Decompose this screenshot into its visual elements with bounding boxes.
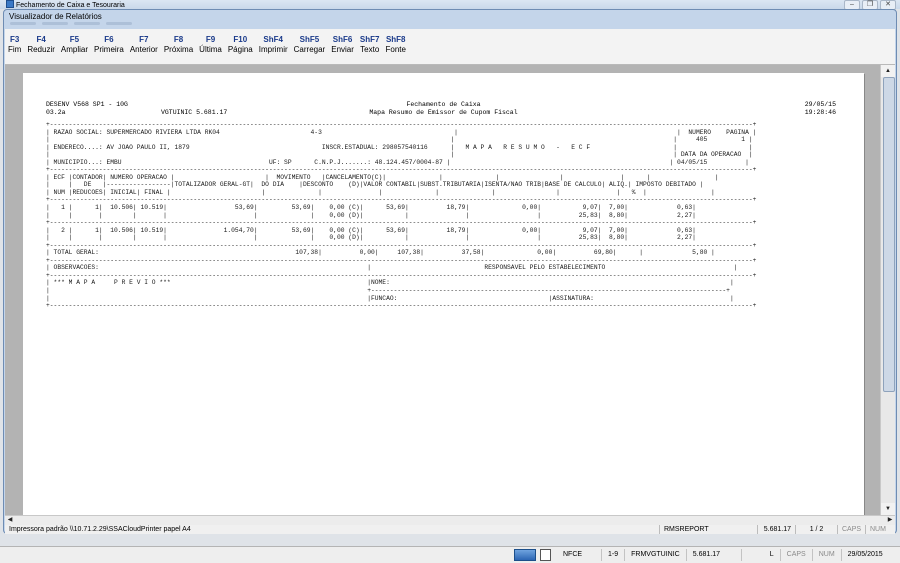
toolbar-label: Reduzir <box>27 45 55 54</box>
toolbar-key: F10 <box>233 35 248 44</box>
toolbar-button-fonte[interactable]: ShF8 Fonte <box>382 29 408 64</box>
toolbar-key: ShF5 <box>299 35 320 44</box>
toolbar-button-p-gina[interactable]: F10 Página <box>225 29 256 64</box>
toolbar: F3 Fim F4 Reduzir F5 Ampliar F6 Primeira F7 Anter… <box>5 29 895 65</box>
toolbar-key: ShF8 <box>385 35 406 44</box>
status-page: 1 / 2 <box>796 525 838 534</box>
taskbar-range: 1-9 <box>602 549 626 561</box>
status-version: 5.681.17 <box>758 525 796 534</box>
toolbar-key: ShF6 <box>332 35 353 44</box>
toolbar-key: F4 <box>36 35 46 44</box>
toolbar-key: F9 <box>205 35 216 44</box>
blurred-tabs <box>10 22 132 25</box>
toolbar-key: ShF7 <box>359 35 380 44</box>
toolbar-label: Fonte <box>385 45 406 54</box>
toolbar-label: Próxima <box>163 45 194 54</box>
statusbar: Impressora padrão \\10.71.2.29\SSACloudP… <box>5 525 895 534</box>
scroll-right-icon[interactable]: ▶ <box>885 516 895 525</box>
toolbar-label: Texto <box>360 45 380 54</box>
toolbar-button-reduzir[interactable]: F4 Reduzir <box>24 29 58 64</box>
toolbar-key: F3 <box>9 35 20 44</box>
scroll-up-icon[interactable]: ▲ <box>881 65 895 77</box>
toolbar-key: F7 <box>139 35 149 44</box>
report-header-center: Fechamento de Caixa Mapa Resumo de Emiss… <box>369 101 518 116</box>
toolbar-button-ampliar[interactable]: F5 Ampliar <box>58 29 91 64</box>
toolbar-label: Anterior <box>129 45 158 54</box>
toolbar-button-anterior[interactable]: F7 Anterior <box>127 29 161 64</box>
toolbar-button-imprimir[interactable]: ShF4 Imprimir <box>256 29 291 64</box>
scroll-left-icon[interactable]: ◀ <box>5 516 15 525</box>
bottom-statusbar: NFCE 1-9 FRMVGTUINIC 5.681.17 L CAPS NUM… <box>0 546 900 563</box>
taskbar-version: 5.681.17 <box>687 549 742 561</box>
toolbar-button-texto[interactable]: ShF7 Texto <box>357 29 383 64</box>
toolbar-button-primeira[interactable]: F6 Primeira <box>91 29 127 64</box>
status-caps: CAPS <box>838 525 866 534</box>
taskbar-l: L <box>764 549 781 561</box>
taskbar-num: NUM <box>813 549 842 561</box>
vertical-scrollbar[interactable]: ▲ ▼ <box>880 65 895 515</box>
toolbar-button-fim[interactable]: F3 Fim <box>5 29 24 64</box>
status-num: NUM <box>870 526 886 533</box>
toolbar-button-enviar[interactable]: ShF6 Enviar <box>328 29 357 64</box>
taskbar-program: FRMVGTUINIC <box>625 549 687 561</box>
report-viewer-window: Visualizador de Relatórios F3 Fim F4 Reduzi… <box>3 9 897 534</box>
toolbar-label: Carregar <box>293 45 326 54</box>
network-icon[interactable] <box>514 549 536 561</box>
horizontal-scrollbar[interactable]: ◀ ▶ <box>5 515 895 525</box>
status-printer: Impressora padrão \\10.71.2.29\SSACloudP… <box>5 525 660 534</box>
report-header-right: 29/05/15 19:28:46 <box>804 101 836 116</box>
toolbar-key: ShF4 <box>263 35 283 44</box>
toolbar-label: Ampliar <box>60 45 89 54</box>
report-page: DESENV V568 SP1 - 10G 03.2a VGTUINIC 5.6… <box>23 73 864 515</box>
toolbar-label: Primeira <box>94 45 124 54</box>
toolbar-key: F6 <box>104 35 114 44</box>
status-report-name: RMSREPORT <box>660 525 758 534</box>
toolbar-button--ltima[interactable]: F9 Última <box>196 29 225 64</box>
document-icon[interactable] <box>540 549 551 561</box>
taskbar-caps: CAPS <box>781 549 813 561</box>
scroll-down-icon[interactable]: ▼ <box>881 503 895 515</box>
taskbar-nfce: NFCE <box>557 549 602 561</box>
app-icon <box>6 0 14 8</box>
vertical-scroll-thumb[interactable] <box>883 77 895 392</box>
outer-titlebar: Fechamento de Caixa e Tesouraria – ❐ ✕ <box>0 0 900 10</box>
toolbar-label: Imprimir <box>258 45 288 54</box>
toolbar-label: Fim <box>8 45 22 54</box>
toolbar-key: F8 <box>173 35 184 44</box>
toolbar-label: Página <box>227 45 253 54</box>
taskbar-date: 29/05/2015 <box>847 551 883 558</box>
window-title: Visualizador de Relatórios <box>9 12 102 21</box>
toolbar-button-pr-xima[interactable]: F8 Próxima <box>161 29 196 64</box>
report-area[interactable]: DESENV V568 SP1 - 10G 03.2a VGTUINIC 5.6… <box>5 65 895 515</box>
toolbar-key: F5 <box>69 35 80 44</box>
toolbar-label: Enviar <box>331 45 354 54</box>
toolbar-label: Última <box>199 45 222 54</box>
toolbar-button-carregar[interactable]: ShF5 Carregar <box>291 29 329 64</box>
report-body: +---------------------------------------… <box>46 121 757 310</box>
